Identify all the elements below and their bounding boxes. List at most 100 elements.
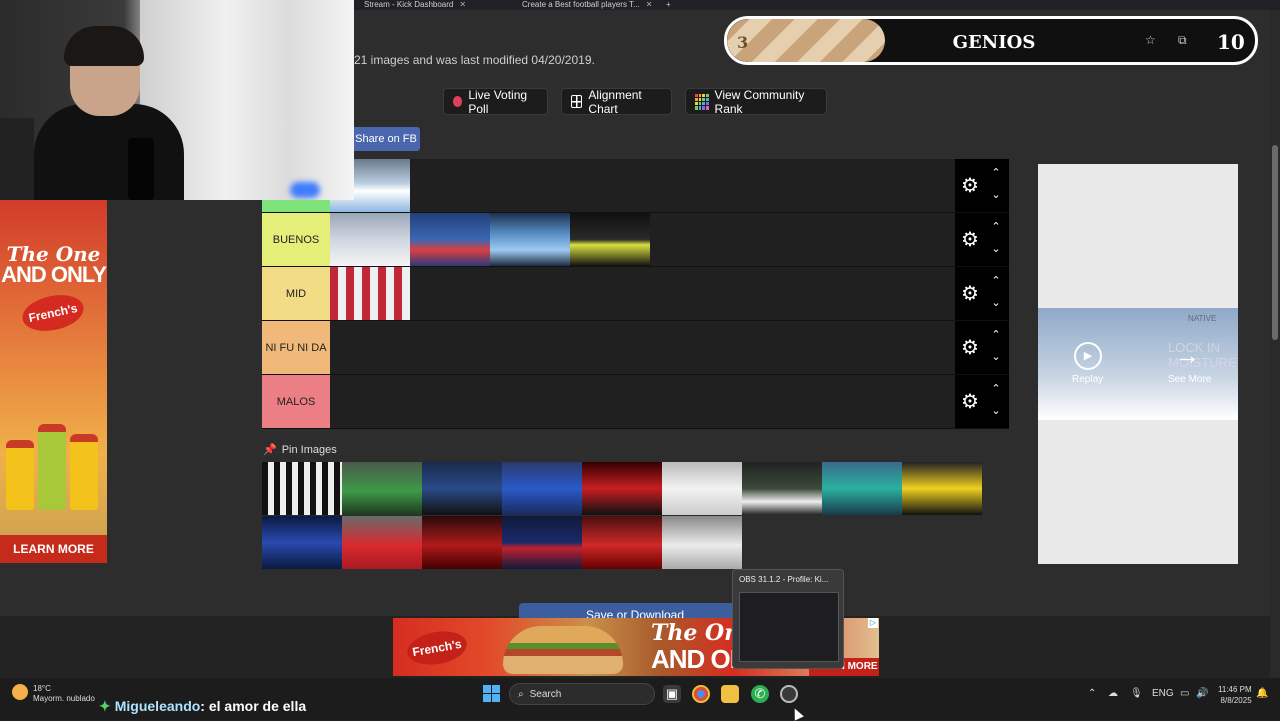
left-advertisement[interactable]: The One AND ONLY French's LEARN MORE — [0, 200, 107, 563]
gear-icon[interactable]: ⚙ — [959, 175, 981, 197]
tier-label[interactable]: BUENOS — [262, 213, 330, 266]
player-image[interactable] — [422, 462, 502, 515]
player-image[interactable] — [410, 213, 490, 266]
obs-preview-thumbnail[interactable] — [739, 592, 839, 662]
task-view-icon[interactable]: ▣ — [663, 685, 681, 703]
obs-icon[interactable] — [780, 685, 798, 703]
brand-logo: French's — [19, 289, 87, 337]
chevron-up-icon[interactable]: ⌃ — [989, 168, 1003, 179]
chevron-down-icon[interactable]: ⌄ — [989, 352, 1003, 363]
language-indicator[interactable]: ENG — [1152, 688, 1174, 699]
learn-more-button[interactable]: LEARN MORE — [0, 535, 107, 563]
notification-bell-icon[interactable]: 🔔 — [1256, 688, 1268, 699]
microphone-icon[interactable]: 🎙 — [1130, 688, 1143, 699]
player-image[interactable] — [342, 462, 422, 515]
chevron-up-icon[interactable]: ⌃ — [989, 330, 1003, 341]
tier-items[interactable] — [330, 159, 955, 212]
tab-kick-dashboard[interactable]: Stream - Kick Dashboard ✕ — [354, 0, 502, 10]
tier-controls: ⚙ ⌃ ⌄ — [955, 213, 1009, 266]
tier-items[interactable] — [330, 375, 955, 428]
player-image[interactable] — [822, 462, 902, 515]
player-image[interactable] — [582, 462, 662, 515]
tier-label[interactable]: NI FU NI DA — [262, 321, 330, 374]
chevron-up-icon[interactable]: ⌃ — [989, 222, 1003, 233]
save-or-download-button[interactable]: Save or Download — [519, 603, 751, 619]
cloud-icon[interactable]: ☁ — [1108, 688, 1118, 699]
tab-title: Create a Best football players T... — [522, 0, 640, 9]
tier-controls: ⚙ ⌃ ⌄ — [955, 159, 1009, 212]
player-image[interactable] — [570, 213, 650, 266]
chevron-down-icon[interactable]: ⌄ — [989, 298, 1003, 309]
close-tab-icon[interactable]: ✕ — [646, 0, 653, 9]
chevron-down-icon[interactable]: ⌄ — [989, 406, 1003, 417]
live-voting-poll-button[interactable]: Live Voting Poll — [443, 87, 548, 116]
chevron-up-icon[interactable]: ⌃ — [989, 384, 1003, 395]
player-image[interactable] — [342, 516, 422, 569]
taskbar-search[interactable]: ⌕ Search — [509, 683, 655, 705]
chevron-up-icon[interactable]: ⌃ — [1088, 688, 1096, 699]
player-image[interactable] — [490, 213, 570, 266]
player-image[interactable] — [902, 462, 982, 515]
player-image[interactable] — [330, 267, 410, 320]
gear-icon[interactable]: ⚙ — [959, 229, 981, 251]
file-explorer-icon[interactable] — [721, 685, 739, 703]
network-icon[interactable]: ▭ — [1180, 688, 1189, 699]
button-label: Live Voting Poll — [468, 87, 528, 116]
obs-taskbar-preview[interactable]: OBS 31.1.2 - Profile: Ki... — [732, 569, 844, 669]
chat-username: Migueleando — [114, 698, 201, 714]
extensions-icon[interactable]: ⧉ — [1178, 33, 1187, 48]
record-dot-icon — [453, 96, 463, 107]
close-tab-icon[interactable]: ✕ — [459, 0, 466, 9]
player-image[interactable] — [422, 516, 502, 569]
tier-items[interactable] — [330, 321, 955, 374]
player-image[interactable] — [502, 462, 582, 515]
tier-label[interactable]: MALOS — [262, 375, 330, 428]
ad-info-icon[interactable]: ▷ — [868, 618, 878, 628]
player-image[interactable] — [262, 516, 342, 569]
weather-temp: 18°C — [33, 684, 51, 693]
player-image[interactable] — [742, 462, 822, 515]
replay-label[interactable]: Replay — [1072, 374, 1103, 385]
arrow-right-icon[interactable]: → — [1174, 342, 1200, 368]
chevron-down-icon[interactable]: ⌄ — [989, 190, 1003, 201]
tier-items[interactable] — [330, 213, 955, 266]
share-on-facebook-button[interactable]: Share on FB — [352, 127, 420, 151]
star-icon[interactable]: ☆ — [1145, 33, 1156, 47]
time: 11:46 PM — [1218, 685, 1252, 694]
player-image[interactable] — [582, 516, 662, 569]
chevron-down-icon[interactable]: ⌄ — [989, 244, 1003, 255]
gear-icon[interactable]: ⚙ — [959, 391, 981, 413]
pin-images-text: Pin Images — [281, 444, 337, 456]
scrollbar-track[interactable] — [1270, 10, 1280, 678]
new-tab-button[interactable]: + — [666, 0, 678, 10]
player-image[interactable] — [330, 213, 410, 266]
player-image[interactable] — [502, 516, 582, 569]
right-advertisement[interactable]: NATIVE LOCK IN MOISTURE ▶ Replay → See M… — [1038, 164, 1238, 564]
windows-start-icon[interactable] — [483, 685, 500, 702]
taskbar-clock[interactable]: 11:46 PM 8/8/2025 — [1218, 684, 1252, 706]
ad-video[interactable]: NATIVE LOCK IN MOISTURE ▶ Replay → See M… — [1038, 308, 1238, 420]
replay-icon[interactable]: ▶ — [1074, 342, 1102, 370]
player-image[interactable] — [662, 516, 742, 569]
whatsapp-icon[interactable]: ✆ — [751, 685, 769, 703]
gear-icon[interactable]: ⚙ — [959, 337, 981, 359]
tierlist-info-text: 21 images and was last modified 04/20/20… — [354, 53, 595, 67]
image-pool — [262, 462, 982, 569]
chrome-icon[interactable] — [692, 685, 710, 703]
scrollbar-thumb[interactable] — [1272, 145, 1278, 340]
see-more-link[interactable]: See More — [1168, 374, 1211, 385]
product-image — [503, 626, 623, 674]
gear-icon[interactable]: ⚙ — [959, 283, 981, 305]
player-image[interactable] — [262, 462, 342, 515]
chat-message-overlay: ✦ Migueleando: el amor de ella — [99, 698, 306, 715]
tab-tier-maker[interactable]: Create a Best football players T... ✕ — [506, 0, 656, 10]
tier-label[interactable]: MID — [262, 267, 330, 320]
search-icon: ⌕ — [518, 688, 524, 700]
pin-images-label[interactable]: 📌 Pin Images — [263, 443, 337, 456]
volume-icon[interactable]: 🔊 — [1196, 688, 1208, 699]
alignment-chart-button[interactable]: Alignment Chart — [561, 88, 672, 116]
chevron-up-icon[interactable]: ⌃ — [989, 276, 1003, 287]
tier-items[interactable] — [330, 267, 955, 320]
player-image[interactable] — [662, 462, 742, 515]
view-community-rank-button[interactable]: View Community Rank — [685, 88, 827, 116]
